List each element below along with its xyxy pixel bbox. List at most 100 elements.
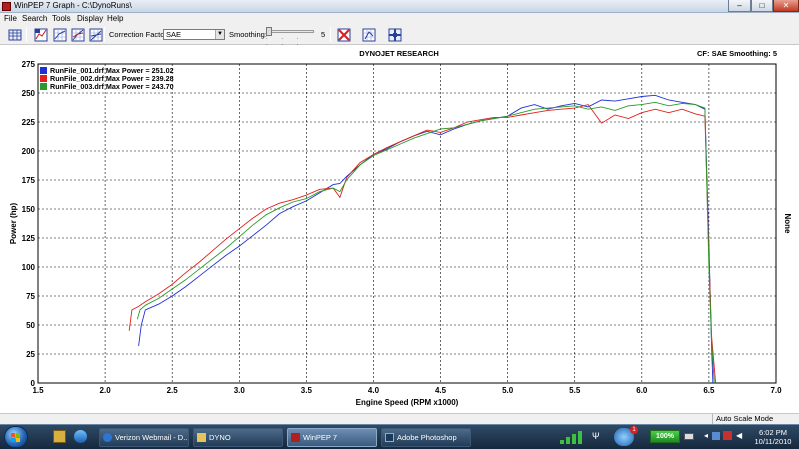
legend-label: RunFile_003.drf Max Power = 243.70	[50, 82, 174, 91]
folder-icon	[197, 433, 206, 442]
graph-panel[interactable]: DYNOJET RESEARCH CF: SAE Smoothing: 5 1.…	[0, 46, 799, 412]
task-label: Verizon Webmail - D...	[115, 433, 189, 442]
x-axis-label: Engine Speed (RPM x1000)	[356, 398, 459, 407]
windows-logo-icon	[11, 433, 21, 443]
start-button[interactable]	[4, 426, 28, 448]
chevron-down-icon[interactable]: ▼	[215, 30, 224, 39]
series-line	[138, 94, 714, 384]
task-verizon-webmail[interactable]: Verizon Webmail - D...	[99, 428, 189, 447]
clock-time: 6:02 PM	[759, 428, 787, 437]
task-photoshop[interactable]: Adobe Photoshop	[381, 428, 471, 447]
x-tick-label: 6.5	[703, 386, 715, 395]
x-tick-label: 4.5	[435, 386, 447, 395]
antenna-icon[interactable]: Ψ	[592, 431, 600, 443]
graph-button-4[interactable]	[87, 26, 104, 43]
series-group	[128, 94, 717, 384]
correction-factor-select[interactable]: SAE ▼	[163, 29, 225, 40]
clear-graph-button[interactable]	[335, 26, 352, 43]
minimize-button[interactable]: –	[728, 0, 751, 12]
maximize-button[interactable]: □	[751, 0, 773, 12]
system-clock[interactable]: 6:02 PM 10/11/2010	[750, 428, 796, 446]
winpep-app-icon[interactable]	[2, 2, 11, 11]
crosshair-icon	[388, 28, 402, 42]
grid-view-button[interactable]	[6, 26, 23, 43]
x-tick-label: 2.0	[100, 386, 112, 395]
smoothing-slider[interactable]: . . . . . .	[266, 27, 314, 47]
photoshop-icon	[385, 433, 394, 442]
x-tick-label: 3.5	[301, 386, 313, 395]
slider-track[interactable]	[266, 30, 314, 33]
series-line	[136, 101, 715, 384]
ie-icon	[103, 433, 112, 442]
graph-settings-icon	[362, 28, 376, 42]
smoothing-value: 5	[321, 30, 326, 39]
task-label: DYNO	[209, 433, 231, 442]
signal-strength-icon[interactable]	[560, 430, 588, 444]
x-tick-label: 7.0	[770, 386, 782, 395]
y-tick-label: 275	[22, 60, 36, 69]
power-plug-icon[interactable]	[684, 433, 694, 440]
open-run-button[interactable]	[32, 26, 49, 43]
y-tick-label: 175	[22, 176, 36, 185]
menu-search[interactable]: Search	[22, 14, 47, 23]
status-bar: Auto Scale Mode	[0, 413, 799, 425]
x-tick-label: 5.0	[502, 386, 514, 395]
correction-factor-value: SAE	[166, 30, 182, 39]
y-axis-label: Power (hp)	[9, 203, 18, 245]
window-title: WinPEP 7 Graph - C:\DynoRuns\	[14, 1, 132, 10]
y-tick-label: 25	[26, 350, 35, 359]
winpep-icon	[291, 433, 300, 442]
task-label: Adobe Photoshop	[397, 433, 457, 442]
show-hidden-icons-icon[interactable]: ◂	[704, 431, 708, 440]
clock-date: 10/11/2010	[754, 437, 792, 446]
notification-badge-icon: 1	[630, 426, 638, 434]
x-tick-label: 5.5	[569, 386, 581, 395]
y-tick-label: 75	[26, 292, 35, 301]
right-axis-label: None	[783, 214, 792, 235]
menu-file[interactable]: File	[4, 14, 17, 23]
menu-bar: File Search Tools Display Help	[0, 13, 799, 24]
series-line	[128, 104, 717, 384]
y-tick-label: 100	[22, 263, 36, 272]
graph-grid-icon	[53, 28, 67, 42]
taskbar: Verizon Webmail - D... DYNO WinPEP 7 Ado…	[0, 424, 799, 449]
smoothing-label: Smoothing:	[229, 30, 267, 39]
x-tick-label: 3.0	[234, 386, 246, 395]
x-tick-label: 2.5	[167, 386, 179, 395]
volume-icon[interactable]: ◀	[736, 431, 742, 440]
graph-button-3[interactable]	[69, 26, 86, 43]
tray-app-icon[interactable]	[712, 432, 720, 440]
toolbar: Correction Factor: SAE ▼ Smoothing: . . …	[0, 24, 799, 47]
graph-options-button[interactable]	[360, 26, 377, 43]
legend: RunFile_001.drf Max Power = 251.02RunFil…	[40, 66, 174, 91]
graph-header-right: CF: SAE Smoothing: 5	[697, 49, 777, 58]
legend-swatch	[40, 75, 47, 82]
x-tick-label: 4.0	[368, 386, 380, 395]
menu-help[interactable]: Help	[107, 14, 123, 23]
title-bar: WinPEP 7 Graph - C:\DynoRuns\ – □ ✕	[0, 0, 799, 13]
legend-swatch	[40, 67, 47, 74]
y-tick-label: 125	[22, 234, 36, 243]
browser-quicklaunch-icon[interactable]	[74, 430, 87, 443]
axis-ticks: 1.5 2.0 2.5 3.0 3.5 4.0 4.5 5.0 5.5 6.0 6.5 7.00255…	[22, 60, 782, 395]
task-label: WinPEP 7	[303, 433, 338, 442]
task-winpep[interactable]: WinPEP 7	[287, 428, 377, 447]
close-button[interactable]: ✕	[773, 0, 799, 12]
battery-indicator[interactable]: 100%	[650, 430, 680, 443]
flag-alert-icon[interactable]	[723, 431, 732, 440]
y-tick-label: 200	[22, 147, 36, 156]
y-tick-label: 250	[22, 89, 36, 98]
task-dyno-folder[interactable]: DYNO	[193, 428, 283, 447]
show-desktop-icon[interactable]	[53, 430, 66, 443]
y-tick-label: 225	[22, 118, 36, 127]
grid-view-icon	[8, 29, 22, 41]
dyno-chart[interactable]: DYNOJET RESEARCH CF: SAE Smoothing: 5 1.…	[0, 46, 799, 412]
menu-tools[interactable]: Tools	[52, 14, 71, 23]
y-tick-label: 150	[22, 205, 36, 214]
cursor-button[interactable]	[386, 26, 403, 43]
y-tick-label: 0	[31, 379, 36, 388]
graph-multi-icon	[89, 28, 103, 42]
graph-overlay-icon	[71, 28, 85, 42]
graph-button-2[interactable]	[51, 26, 68, 43]
menu-display[interactable]: Display	[77, 14, 103, 23]
